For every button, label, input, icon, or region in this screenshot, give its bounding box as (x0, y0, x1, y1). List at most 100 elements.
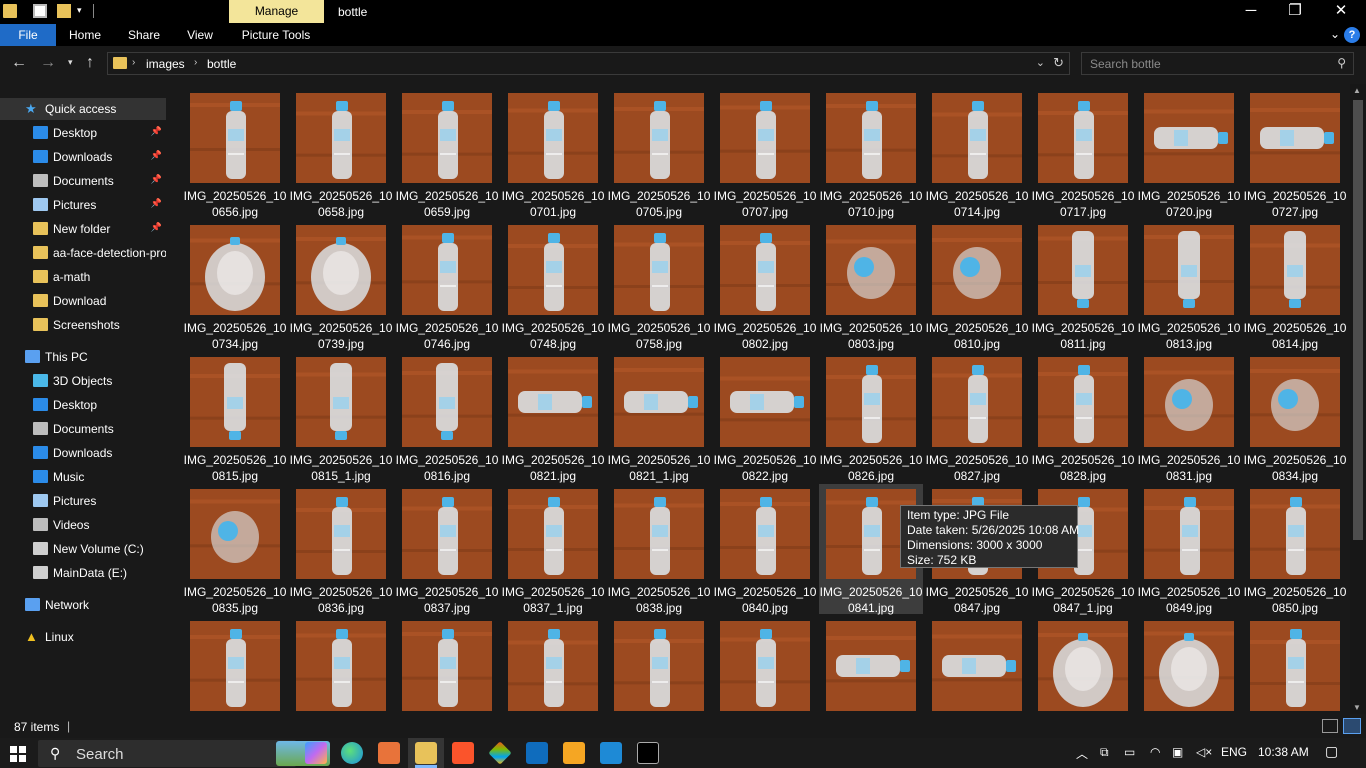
sidebar-item[interactable]: This PC (0, 346, 166, 368)
camera-icon[interactable]: ▣ (1172, 745, 1183, 759)
breadcrumb-images[interactable]: images (146, 57, 185, 71)
sidebar-item[interactable]: ▲ Linux (0, 626, 166, 648)
sidebar-item[interactable]: Documents (0, 418, 166, 440)
meet-icon[interactable]: ⧉ (1100, 745, 1109, 760)
vscode-icon[interactable] (600, 742, 622, 764)
manage-tab[interactable]: Manage (229, 0, 324, 23)
file-tile[interactable] (1243, 616, 1347, 714)
file-tile[interactable]: IMG_20250526_100659.jpg (395, 88, 499, 219)
sidebar-item[interactable]: 3D Objects (0, 370, 166, 392)
tab-home[interactable]: Home (62, 24, 108, 46)
file-explorer-icon[interactable] (415, 742, 437, 764)
file-tile[interactable]: IMG_20250526_100837_1.jpg (501, 484, 605, 615)
file-tile[interactable] (1031, 616, 1135, 714)
search-input[interactable]: Search bottle ⚲ (1081, 52, 1354, 75)
windows-start-icon[interactable] (10, 746, 26, 762)
file-tile[interactable] (819, 616, 923, 714)
file-tile[interactable]: IMG_20250526_100816.jpg (395, 352, 499, 483)
file-tile[interactable]: IMG_20250526_100758.jpg (607, 220, 711, 351)
file-tile[interactable] (713, 616, 817, 714)
sidebar-item[interactable]: Pictures (0, 490, 166, 512)
file-tile[interactable]: IMG_20250526_100705.jpg (607, 88, 711, 219)
file-tile[interactable]: IMG_20250526_100840.jpg (713, 484, 817, 615)
file-tile[interactable] (289, 616, 393, 714)
sidebar-item[interactable]: ★ Quick access (0, 98, 166, 120)
scroll-thumb[interactable] (1353, 100, 1363, 540)
file-tile[interactable]: IMG_20250526_100727.jpg (1243, 88, 1347, 219)
brave-icon[interactable] (452, 742, 474, 764)
file-tile[interactable]: IMG_20250526_100717.jpg (1031, 88, 1135, 219)
language-indicator[interactable]: ENG (1221, 745, 1247, 759)
file-tile[interactable]: IMG_20250526_100720.jpg (1137, 88, 1241, 219)
customize-toolbar-icon[interactable]: ▾ (77, 5, 82, 16)
up-arrow-icon[interactable]: ↑ (86, 54, 94, 72)
sidebar-item[interactable]: Screenshots (0, 314, 166, 336)
file-tile[interactable]: IMG_20250526_100814.jpg (1243, 220, 1347, 351)
file-tile[interactable]: IMG_20250526_100837.jpg (395, 484, 499, 615)
sidebar-item[interactable]: Desktop (0, 394, 166, 416)
volume-muted-icon[interactable]: ◁× (1196, 745, 1212, 759)
chevron-down-icon[interactable]: ⌄ (1330, 27, 1340, 41)
file-tile[interactable] (1137, 616, 1241, 714)
file-tile[interactable]: IMG_20250526_100836.jpg (289, 484, 393, 615)
file-tile[interactable]: IMG_20250526_100821.jpg (501, 352, 605, 483)
file-tile[interactable]: IMG_20250526_100707.jpg (713, 88, 817, 219)
chevron-down-icon[interactable]: ⌄ (1036, 56, 1045, 69)
file-tile[interactable]: IMG_20250526_100746.jpg (395, 220, 499, 351)
file-tile[interactable]: IMG_20250526_100714.jpg (925, 88, 1029, 219)
taskbar-search[interactable]: ⚲ Search (38, 740, 330, 767)
properties-icon[interactable] (33, 4, 47, 18)
sidebar-item[interactable]: New folder 📌 (0, 218, 166, 240)
sidebar-item[interactable]: Videos (0, 514, 166, 536)
file-tile[interactable]: IMG_20250526_100734.jpg (183, 220, 287, 351)
refresh-icon[interactable]: ↻ (1053, 55, 1064, 71)
notifications-icon[interactable]: ▢ (1325, 743, 1338, 760)
file-tile[interactable]: IMG_20250526_100813.jpg (1137, 220, 1241, 351)
recent-locations-icon[interactable]: ▾ (68, 57, 73, 68)
file-tile[interactable]: IMG_20250526_100822.jpg (713, 352, 817, 483)
file-tile[interactable]: IMG_20250526_100826.jpg (819, 352, 923, 483)
file-tile[interactable]: IMG_20250526_100710.jpg (819, 88, 923, 219)
maximize-button[interactable]: ❐ (1272, 0, 1318, 24)
file-tile[interactable]: IMG_20250526_100815.jpg (183, 352, 287, 483)
sidebar-item[interactable]: Documents 📌 (0, 170, 166, 192)
sidebar-item[interactable]: Pictures 📌 (0, 194, 166, 216)
clock[interactable]: 10:38 AM (1258, 745, 1309, 759)
new-folder-icon[interactable] (57, 4, 71, 18)
file-tile[interactable] (395, 616, 499, 714)
sublime-text-icon[interactable] (563, 742, 585, 764)
xampp-icon[interactable] (378, 742, 400, 764)
file-tile[interactable]: IMG_20250526_100748.jpg (501, 220, 605, 351)
wifi-icon[interactable]: ◠ (1150, 745, 1160, 759)
file-tile[interactable]: IMG_20250526_100834.jpg (1243, 352, 1347, 483)
file-tile[interactable]: IMG_20250526_100821_1.jpg (607, 352, 711, 483)
forward-arrow-icon[interactable]: → (40, 54, 56, 72)
battery-icon[interactable]: ▭ (1124, 745, 1135, 759)
tab-picture-tools[interactable]: Picture Tools (236, 24, 316, 46)
file-tile[interactable]: IMG_20250526_100656.jpg (183, 88, 287, 219)
outlook-icon[interactable] (526, 742, 548, 764)
intellij-icon[interactable] (637, 742, 659, 764)
file-tile[interactable] (501, 616, 605, 714)
file-tile[interactable]: IMG_20250526_100739.jpg (289, 220, 393, 351)
sidebar-item[interactable]: MainData (E:) (0, 562, 166, 584)
file-tile[interactable]: IMG_20250526_100838.jpg (607, 484, 711, 615)
file-tile[interactable] (607, 616, 711, 714)
minimize-button[interactable]: ─ (1228, 0, 1274, 24)
sidebar-item[interactable]: New Volume (C:) (0, 538, 166, 560)
vertical-scrollbar[interactable]: ▲ ▼ (1350, 84, 1366, 714)
edge-icon[interactable] (341, 742, 363, 764)
file-tile[interactable]: IMG_20250526_100835.jpg (183, 484, 287, 615)
file-tile[interactable] (183, 616, 287, 714)
file-tile[interactable]: IMG_20250526_100815_1.jpg (289, 352, 393, 483)
close-button[interactable]: ✕ (1318, 0, 1364, 24)
file-tile[interactable]: IMG_20250526_100850.jpg (1243, 484, 1347, 615)
sidebar-item[interactable]: aa-face-detection-pro (0, 242, 166, 264)
tab-file[interactable]: File (0, 24, 56, 46)
sidebar-item[interactable]: Desktop 📌 (0, 122, 166, 144)
tab-view[interactable]: View (180, 24, 220, 46)
scroll-up-icon[interactable]: ▲ (1353, 86, 1361, 95)
sidebar-item[interactable]: Music (0, 466, 166, 488)
address-bar[interactable]: › images › bottle ⌄ ↻ (107, 52, 1070, 75)
file-tile[interactable]: IMG_20250526_100658.jpg (289, 88, 393, 219)
